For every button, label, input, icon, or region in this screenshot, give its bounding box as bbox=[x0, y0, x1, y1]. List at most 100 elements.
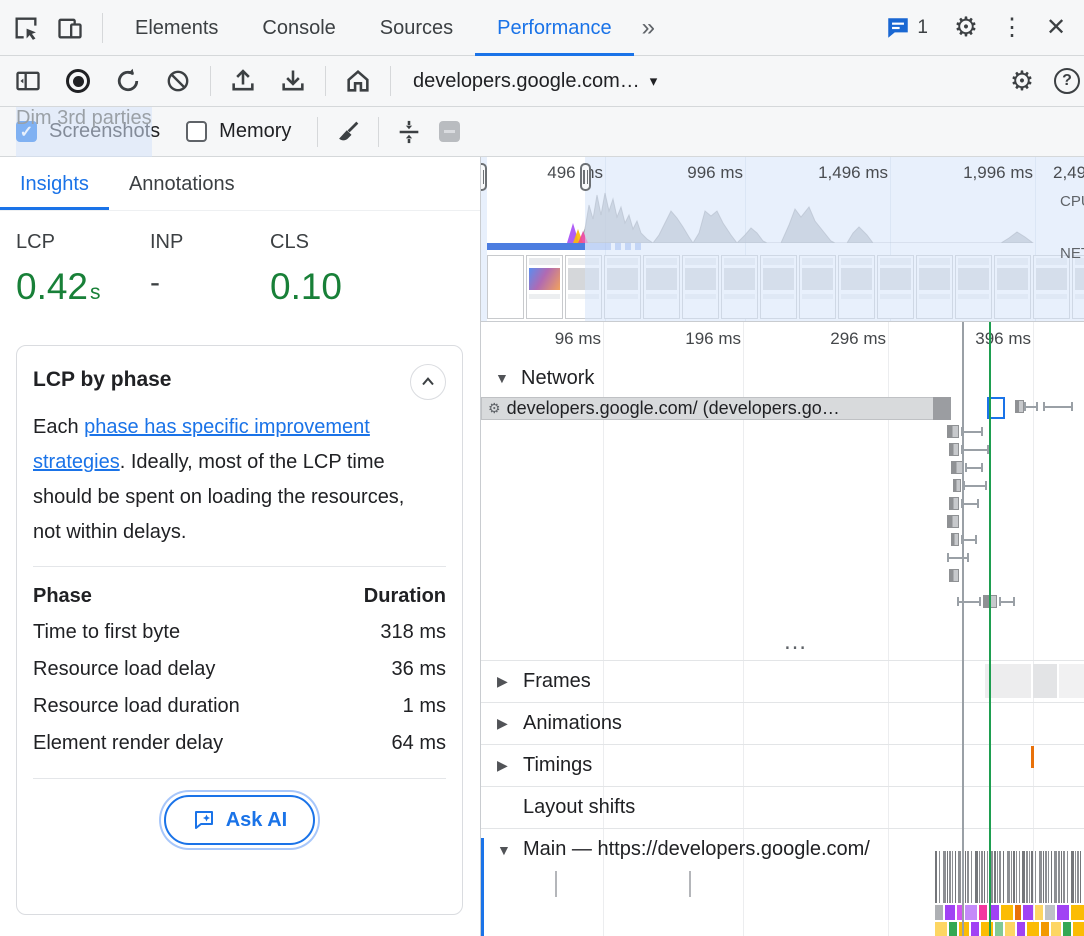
metric-inp[interactable]: INP - bbox=[150, 231, 270, 308]
task-stripe[interactable] bbox=[981, 851, 983, 903]
chevron-collapsed-icon[interactable]: ▶ bbox=[497, 673, 513, 690]
flame-segment[interactable] bbox=[1023, 905, 1033, 920]
chevron-expanded-icon[interactable]: ▼ bbox=[497, 842, 513, 858]
task-stripe[interactable] bbox=[1035, 851, 1036, 903]
task-stripe[interactable] bbox=[1011, 851, 1012, 903]
flame-segment[interactable] bbox=[949, 922, 957, 936]
task-stripe[interactable] bbox=[1013, 851, 1015, 903]
task-stripe[interactable] bbox=[999, 851, 1001, 903]
flamechart-row[interactable] bbox=[935, 922, 1084, 936]
task-stripe[interactable] bbox=[949, 851, 951, 903]
task-stripe[interactable] bbox=[1003, 851, 1004, 903]
collapse-card-button[interactable] bbox=[410, 364, 446, 400]
chevron-collapsed-icon[interactable]: ▶ bbox=[497, 715, 513, 732]
tab-annotations[interactable]: Annotations bbox=[109, 157, 255, 210]
flame-segment[interactable] bbox=[971, 922, 979, 936]
task-stripe[interactable] bbox=[1067, 851, 1068, 903]
task-stripe[interactable] bbox=[997, 851, 998, 903]
device-toolbar-icon[interactable] bbox=[52, 10, 88, 46]
timings-track[interactable]: ▶ Timings bbox=[481, 744, 1084, 786]
task-stripe[interactable] bbox=[979, 851, 980, 903]
task-stripe[interactable] bbox=[947, 851, 948, 903]
flame-segment[interactable] bbox=[1001, 905, 1013, 920]
flame-segment[interactable] bbox=[1051, 922, 1061, 936]
kebab-menu-icon[interactable]: ⋮ bbox=[994, 10, 1030, 46]
collapse-rows-icon[interactable] bbox=[391, 114, 427, 150]
flame-segment[interactable] bbox=[1057, 905, 1069, 920]
more-tabs-icon[interactable]: » bbox=[634, 14, 663, 42]
flame-segment[interactable] bbox=[1071, 905, 1084, 920]
task-stripe[interactable] bbox=[967, 851, 969, 903]
memory-checkbox[interactable] bbox=[186, 121, 207, 142]
frame-block[interactable] bbox=[985, 664, 1031, 698]
tab-elements[interactable]: Elements bbox=[113, 0, 240, 56]
task-stripe[interactable] bbox=[1075, 851, 1076, 903]
task-stripe[interactable] bbox=[1022, 851, 1025, 903]
history-dropdown[interactable]: developers.google.com… ▾ bbox=[405, 70, 665, 93]
task-stripe[interactable] bbox=[1031, 851, 1033, 903]
flame-segment[interactable] bbox=[1027, 922, 1039, 936]
metric-cls[interactable]: CLS 0.10 bbox=[270, 231, 342, 308]
capture-settings-gear-icon[interactable]: ⚙ bbox=[1004, 63, 1040, 99]
flame-segment[interactable] bbox=[1005, 922, 1015, 936]
task-stripe[interactable] bbox=[1029, 851, 1030, 903]
flame-segment[interactable] bbox=[1015, 905, 1021, 920]
task-stripe[interactable] bbox=[939, 851, 940, 903]
chevron-collapsed-icon[interactable]: ▶ bbox=[497, 757, 513, 774]
flame-segment[interactable] bbox=[935, 905, 943, 920]
flame-segment[interactable] bbox=[1063, 922, 1071, 936]
timing-marker[interactable] bbox=[1031, 746, 1034, 768]
window-left-handle[interactable] bbox=[481, 163, 487, 191]
task-stripe[interactable] bbox=[994, 851, 996, 903]
task-stripe[interactable] bbox=[1007, 851, 1010, 903]
filmstrip-frame[interactable] bbox=[526, 255, 563, 319]
task-stripe[interactable] bbox=[1043, 851, 1044, 903]
tab-insights[interactable]: Insights bbox=[0, 157, 109, 210]
task-stripe[interactable] bbox=[1063, 851, 1065, 903]
flame-segment[interactable] bbox=[959, 922, 969, 936]
flame-segment[interactable] bbox=[995, 922, 1003, 936]
flame-segment[interactable] bbox=[1017, 922, 1025, 936]
flame-segment[interactable] bbox=[1035, 905, 1043, 920]
timeline-overview-minimap[interactable]: 496 ms 996 ms 1,496 ms 1,996 ms 2,496 ms… bbox=[481, 157, 1084, 322]
metric-lcp[interactable]: LCP 0.42s bbox=[16, 231, 150, 308]
task-stripe[interactable] bbox=[943, 851, 946, 903]
task-stripe[interactable] bbox=[935, 851, 937, 903]
task-stripe[interactable] bbox=[1061, 851, 1062, 903]
frame-block[interactable] bbox=[1059, 664, 1084, 698]
network-request-bar[interactable] bbox=[953, 479, 961, 492]
task-stripe[interactable] bbox=[1080, 851, 1081, 903]
main-flamechart-activity[interactable] bbox=[935, 851, 1084, 903]
task-stripe[interactable] bbox=[1077, 851, 1079, 903]
task-stripe[interactable] bbox=[1019, 851, 1020, 903]
task-stripe[interactable] bbox=[1026, 851, 1028, 903]
help-icon[interactable]: ? bbox=[1054, 68, 1080, 94]
chevron-expanded-icon[interactable]: ▼ bbox=[495, 370, 511, 386]
record-icon[interactable] bbox=[60, 63, 96, 99]
flame-segment[interactable] bbox=[935, 922, 947, 936]
ask-ai-button[interactable]: Ask AI bbox=[164, 795, 316, 845]
flame-segment[interactable] bbox=[979, 905, 987, 920]
network-request-bar[interactable]: ⚙ developers.google.com/ (developers.go… bbox=[481, 397, 951, 420]
tab-console[interactable]: Console bbox=[240, 0, 357, 56]
task-stripe[interactable] bbox=[987, 851, 988, 903]
tab-performance[interactable]: Performance bbox=[475, 0, 634, 56]
home-icon[interactable] bbox=[340, 63, 376, 99]
task-stripe[interactable] bbox=[1039, 851, 1042, 903]
flame-segment[interactable] bbox=[1045, 905, 1055, 920]
task-stripe[interactable] bbox=[1058, 851, 1060, 903]
flame-segment[interactable] bbox=[945, 905, 955, 920]
flamechart-row[interactable] bbox=[935, 905, 1084, 920]
flame-segment[interactable] bbox=[1041, 922, 1049, 936]
task-stripe[interactable] bbox=[1054, 851, 1057, 903]
task-stripe[interactable] bbox=[984, 851, 985, 903]
clear-icon[interactable] bbox=[160, 63, 196, 99]
upload-profile-icon[interactable] bbox=[225, 63, 261, 99]
issues-counter[interactable]: 1 bbox=[885, 15, 928, 41]
task-stripe[interactable] bbox=[952, 851, 953, 903]
settings-gear-icon[interactable]: ⚙ bbox=[948, 10, 984, 46]
garbage-collect-broom-icon[interactable] bbox=[330, 114, 366, 150]
task-stripe[interactable] bbox=[975, 851, 978, 903]
network-request-bar[interactable] bbox=[949, 569, 959, 582]
task-stripe[interactable] bbox=[965, 851, 966, 903]
